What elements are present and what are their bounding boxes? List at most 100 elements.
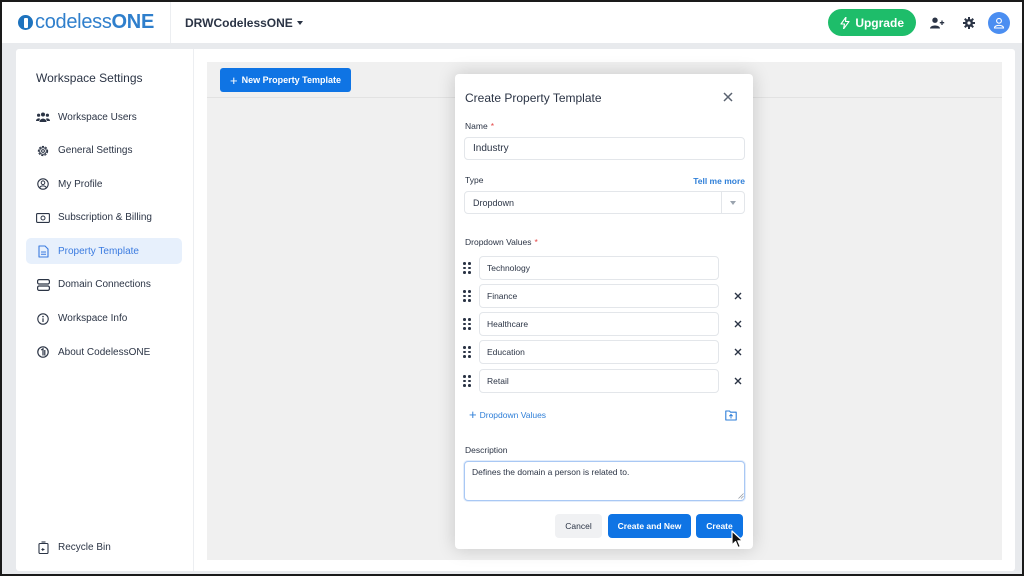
description-textarea[interactable]: Defines the domain a person is related t… — [464, 461, 745, 501]
top-right-actions: Upgrade — [828, 9, 1010, 36]
remove-value-button[interactable] — [731, 374, 745, 388]
caret-down-icon — [296, 20, 303, 25]
dropdown-value-input[interactable]: Technology — [479, 256, 719, 280]
new-property-template-label: New Property Template — [241, 75, 341, 85]
close-icon — [734, 320, 742, 328]
sidebar-item-about-codelessone[interactable]: About CodelessONE — [26, 339, 182, 365]
money-icon — [36, 211, 50, 225]
dropdown-value-input[interactable]: Education — [479, 340, 719, 364]
add-user-icon — [929, 17, 944, 28]
dropdown-value-input[interactable]: Finance — [479, 284, 719, 308]
add-user-button[interactable] — [926, 12, 948, 34]
top-divider — [170, 2, 171, 43]
create-button[interactable]: Create — [696, 514, 743, 538]
logo-suffix: ONE — [111, 11, 155, 33]
sidebar-item-label: Subscription & Billing — [58, 212, 152, 224]
logo-prefix: codeless — [35, 11, 112, 33]
sidebar-item-label: Property Template — [58, 245, 139, 257]
sidebar-item-label: Domain Connections — [58, 279, 151, 291]
drag-handle-icon[interactable] — [463, 318, 471, 330]
plus-icon: + — [230, 72, 238, 88]
add-dropdown-values-button[interactable]: + Dropdown Values — [469, 408, 546, 421]
cancel-button[interactable]: Cancel — [555, 514, 602, 538]
drag-handle-icon[interactable] — [463, 346, 471, 358]
close-icon — [734, 348, 742, 356]
sidebar-item-domain-connections[interactable]: Domain Connections — [26, 272, 182, 298]
sidebar-item-subscription-billing[interactable]: Subscription & Billing — [26, 205, 182, 231]
sidebar-item-label: About CodelessONE — [58, 346, 151, 358]
dropdown-value-input[interactable]: Healthcare — [479, 312, 719, 336]
sidebar-item-label: Workspace Info — [58, 313, 128, 325]
required-mark: * — [490, 121, 494, 131]
user-icon — [993, 17, 1005, 29]
workspace-name: DRWCodelessONE — [185, 15, 293, 30]
select-arrow[interactable] — [721, 192, 744, 213]
remove-value-button[interactable] — [731, 317, 745, 331]
sidebar-bottom: Recycle Bin — [26, 534, 182, 568]
document-icon — [36, 244, 50, 258]
sidebar-item-recycle-bin[interactable]: Recycle Bin — [26, 534, 182, 560]
logo-text: codelessONE — [35, 11, 154, 34]
gear-icon — [963, 16, 975, 29]
sidebar: Workspace Settings Workspace Users Gener… — [16, 49, 194, 571]
create-property-template-modal: Create Property Template Name * Industry … — [455, 74, 753, 549]
type-select[interactable]: Dropdown — [464, 191, 745, 214]
dropdown-value-row: Healthcare — [463, 312, 745, 336]
dropdown-value-row: Technology — [463, 256, 745, 280]
sidebar-item-property-template[interactable]: Property Template — [26, 238, 182, 265]
user-circle-icon — [36, 177, 50, 191]
upgrade-button[interactable]: Upgrade — [828, 9, 916, 36]
resize-grip-icon[interactable] — [738, 493, 744, 499]
close-button[interactable] — [721, 90, 735, 104]
add-dropdown-values-label: Dropdown Values — [479, 409, 547, 420]
close-icon — [734, 292, 742, 300]
drag-handle-icon[interactable] — [463, 262, 471, 274]
dropdown-values-label-text: Dropdown Values — [465, 237, 532, 247]
sidebar-item-workspace-info[interactable]: Workspace Info — [26, 306, 182, 332]
logo[interactable]: codelessONE — [18, 2, 170, 43]
gear-icon — [36, 144, 50, 158]
users-icon — [36, 110, 50, 124]
dropdown-value-input[interactable]: Retail — [479, 369, 719, 393]
remove-value-button[interactable] — [731, 345, 745, 359]
top-bar: codelessONE DRWCodelessONE Upgrade — [2, 2, 1022, 43]
upgrade-label: Upgrade — [855, 15, 904, 30]
user-avatar[interactable] — [988, 11, 1010, 34]
name-input[interactable]: Industry — [464, 137, 745, 160]
lightning-icon — [840, 16, 850, 29]
chevron-down-icon — [730, 200, 736, 205]
new-property-template-button[interactable]: + New Property Template — [220, 68, 351, 92]
close-icon — [723, 92, 733, 102]
sidebar-item-general-settings[interactable]: General Settings — [26, 138, 182, 164]
name-label-text: Name — [465, 121, 488, 131]
server-icon — [36, 278, 50, 292]
folder-import-icon — [725, 410, 737, 421]
description-label: Description — [465, 445, 508, 455]
recycle-bin-icon — [36, 540, 50, 554]
plus-icon: + — [469, 407, 477, 422]
required-mark: * — [534, 237, 538, 247]
sidebar-item-workspace-users[interactable]: Workspace Users — [26, 104, 182, 130]
drag-handle-icon[interactable] — [463, 375, 471, 387]
dropdown-value-row: Education — [463, 340, 745, 364]
codelessone-icon — [36, 345, 50, 359]
settings-button[interactable] — [958, 12, 980, 34]
close-icon — [734, 377, 742, 385]
modal-title: Create Property Template — [465, 91, 602, 105]
sidebar-item-label: My Profile — [58, 178, 103, 190]
workspace-switcher[interactable]: DRWCodelessONE — [185, 16, 303, 30]
drag-handle-icon[interactable] — [463, 290, 471, 302]
codelessone-logo-icon — [18, 15, 33, 30]
name-label: Name * — [465, 121, 494, 131]
sidebar-item-label: General Settings — [58, 145, 133, 157]
sidebar-nav: Workspace Users General Settings My Prof… — [26, 104, 182, 373]
sidebar-item-my-profile[interactable]: My Profile — [26, 171, 182, 197]
remove-value-button[interactable] — [731, 289, 745, 303]
tell-me-more-link[interactable]: Tell me more — [693, 176, 745, 186]
create-and-new-button[interactable]: Create and New — [608, 514, 691, 538]
sidebar-item-label: Workspace Users — [58, 111, 137, 123]
dropdown-value-row: Finance — [463, 284, 745, 308]
sidebar-title: Workspace Settings — [36, 71, 143, 85]
import-values-button[interactable] — [725, 408, 737, 421]
type-label: Type — [465, 175, 484, 185]
